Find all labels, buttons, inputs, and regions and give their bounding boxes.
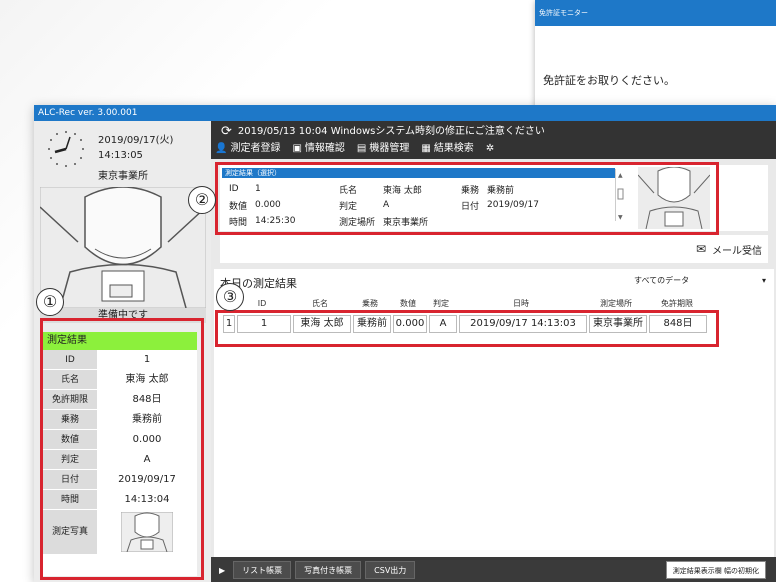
person-icon: 👤 [215, 143, 228, 154]
menu-item-settings[interactable]: ✲ [486, 141, 494, 157]
main-menu: 👤 測定者登録 ▣ 情報確認 ▤ 機器管理 ▦ 結果検索 ✲ [215, 141, 494, 157]
result-panel-title: 測定結果 [43, 332, 197, 350]
left-panel: 2019/09/17(火) 14:13:05 東京事業所 準備中です 測定結果 … [34, 121, 211, 582]
menu-item-info[interactable]: ▣ 情報確認 [292, 141, 344, 157]
result-photo-row: 測定写真 [43, 510, 197, 554]
selected-result-title: 測定結果（選択） [222, 168, 615, 178]
result-row: 判定 A [43, 450, 197, 470]
app-window: ALC-Rec ver. 3.00.001 2019/09/17(火) 14:1… [34, 105, 776, 582]
envelope-icon: ✉ [695, 242, 706, 256]
table-row[interactable]: 1 1 東海 太郎 乗務前 0.000 A 2019/09/17 14:13:0… [223, 315, 717, 333]
license-monitor-message: 免許証をお取りください。 [543, 74, 675, 87]
notice-banner: ⟳ 2019/05/13 10:04 Windowsシステム時刻の修正にご注意く… [221, 124, 545, 140]
result-row: ID 1 [43, 350, 197, 370]
photo-label: 測定写真 [43, 510, 97, 554]
result-panel: 測定結果 ID 1 氏名 東海 太郎 免許期限 848日 乗務 乗務前 数値 0.000 … [43, 332, 197, 576]
notice-text: 2019/05/13 10:04 Windowsシステム時刻の修正にご注意くださ… [237, 126, 545, 137]
person-placeholder-image [40, 187, 206, 308]
svg-text:▲: ▲ [618, 172, 623, 179]
clock-icon [48, 131, 84, 167]
license-monitor-title: 免許証モニター [535, 0, 776, 26]
reset-column-width-button[interactable]: 測定結果表示欄 幅の初期化 [665, 561, 766, 579]
measurement-photo-thumbnail[interactable] [121, 512, 173, 552]
selected-result-scrollbar[interactable]: ▲ ▼ [615, 169, 625, 221]
play-icon[interactable]: ▶ [215, 566, 229, 575]
csv-export-button[interactable]: CSV出力 [365, 561, 416, 579]
current-time: 14:13:05 [98, 150, 143, 161]
marker-2: ② [188, 186, 216, 214]
mail-area: ✉ メール受信 [220, 235, 768, 263]
selected-result-panel: 測定結果（選択） ID 1 氏名 東海 太郎 乗務 乗務前 数値 0.000 判定 A 日… [220, 165, 768, 231]
result-row: 免許期限 848日 [43, 390, 197, 410]
chevron-down-icon: ▾ [761, 276, 766, 285]
menu-item-register[interactable]: 👤 測定者登録 [215, 141, 280, 157]
refresh-icon[interactable]: ⟳ [221, 124, 232, 140]
current-date: 2019/09/17(火) [98, 135, 174, 146]
header-bar: ⟳ 2019/05/13 10:04 Windowsシステム時刻の修正にご注意く… [211, 121, 776, 159]
bottom-toolbar: ▶ リスト帳票 写真付き帳票 CSV出力 測定結果表示欄 幅の初期化 [211, 557, 776, 582]
marker-1: ① [36, 288, 64, 316]
list-report-button[interactable]: リスト帳票 [233, 561, 292, 579]
status-text: 準備中です [40, 308, 206, 323]
svg-text:▼: ▼ [618, 214, 623, 221]
menu-item-device[interactable]: ▤ 機器管理 [357, 141, 409, 157]
id-card-icon: ▣ [292, 143, 302, 154]
device-icon: ▤ [356, 143, 367, 154]
result-row: 氏名 東海 太郎 [43, 370, 197, 390]
app-title: ALC-Rec ver. 3.00.001 [34, 105, 776, 121]
calendar-icon: ▦ [421, 143, 431, 154]
gear-icon: ✲ [485, 143, 495, 154]
result-row: 数値 0.000 [43, 430, 197, 450]
result-row: 日付 2019/09/17 [43, 470, 197, 490]
menu-item-search[interactable]: ▦ 結果検索 [421, 141, 473, 157]
today-results-panel: 本日の測定結果 すべてのデータ ▾ ID 氏名 乗務 数値 判定 日時 測定場所… [214, 269, 774, 557]
table-header: ID 氏名 乗務 数値 判定 日時 測定場所 免許期限 [257, 299, 693, 308]
result-row: 乗務 乗務前 [43, 410, 197, 430]
selected-photo[interactable] [638, 167, 710, 229]
marker-3: ③ [216, 283, 244, 311]
mail-receive-button[interactable]: ✉ メール受信 [696, 239, 762, 259]
office-name: 東京事業所 [98, 171, 148, 182]
photo-report-button[interactable]: 写真付き帳票 [295, 561, 362, 579]
datetime-display: 2019/09/17(火) 14:13:05 [98, 133, 173, 163]
result-row: 時間 14:13:04 [43, 490, 197, 510]
selected-result-grid: ID 1 氏名 東海 太郎 乗務 乗務前 数値 0.000 判定 A 日付 2019/09/… [229, 184, 539, 228]
data-filter-dropdown[interactable]: すべてのデータ ▾ [628, 273, 768, 289]
